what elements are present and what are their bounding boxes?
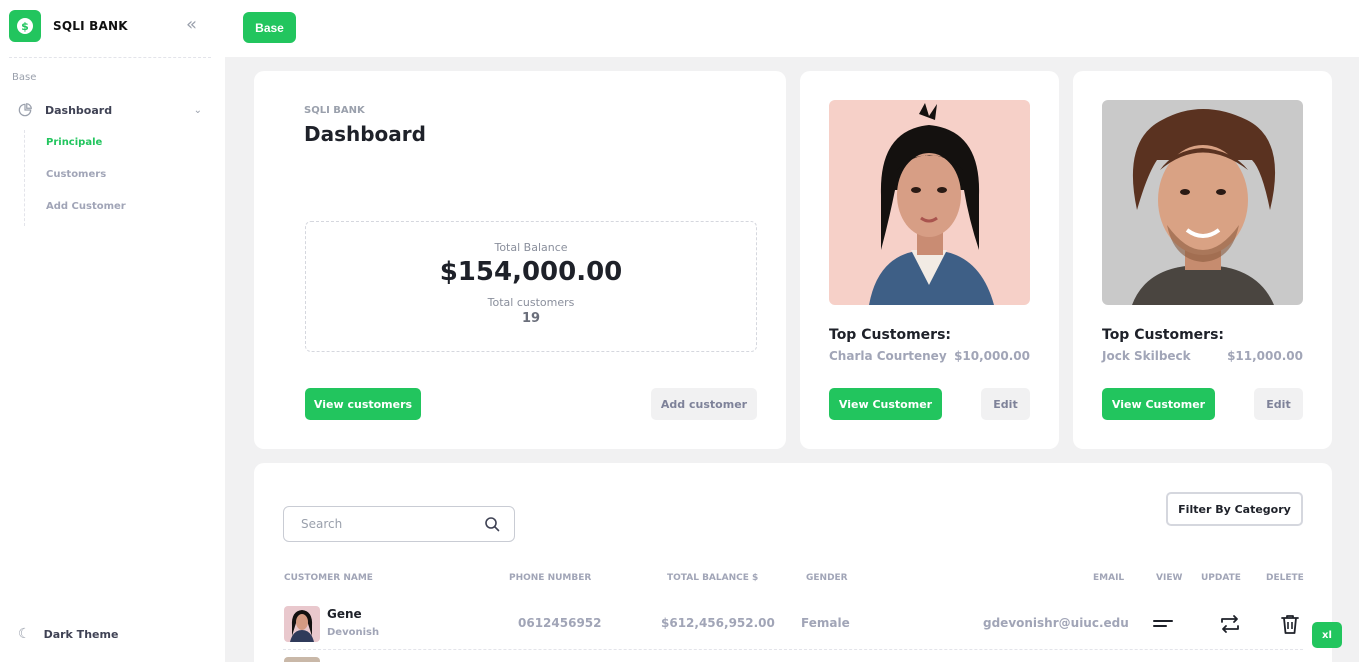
scrollbar-track[interactable] [1354,57,1359,383]
top-customers-title: Top Customers: [829,327,952,343]
customers-table-card: Filter By Category CUSTOMER NAME PHONE N… [254,463,1332,662]
top-customer-name: Jock Skilbeck [1102,349,1191,363]
sidebar-item-dashboard[interactable]: Dashboard ⌄ [18,100,208,120]
view-customer-button[interactable]: View Customer [829,388,942,420]
sidebar-item-customers[interactable]: Customers [46,169,106,180]
top-customer-card: Top Customers: Charla Courteney $10,000.… [800,71,1059,449]
search-input[interactable] [301,517,471,531]
sidebar-divider [9,57,211,58]
search-icon[interactable] [484,516,500,532]
column-header-phone-number[interactable]: PHONE NUMBER [509,573,591,583]
column-header-view: VIEW [1156,573,1183,583]
row-divider [283,649,1303,650]
breakpoint-badge: xl [1312,622,1342,648]
search-box[interactable] [283,506,515,542]
sidebar-item-principale[interactable]: Principale [46,137,102,148]
dark-theme-label: Dark Theme [43,627,119,641]
avatar [284,657,320,662]
filter-by-category-button[interactable]: Filter By Category [1166,492,1303,526]
moon-icon: ☾ [18,626,31,642]
view-customer-button[interactable]: View Customer [1102,388,1215,420]
balance-summary: Total Balance $154,000.00 Total customer… [305,221,757,352]
base-button[interactable]: Base [243,12,296,43]
top-customers-title: Top Customers: [1102,327,1225,343]
brand[interactable]: $ SQLI BANK [9,10,128,42]
column-header-customer-name[interactable]: CUSTOMER NAME [284,573,373,583]
view-customers-button[interactable]: View customers [305,388,421,420]
column-header-total-balance[interactable]: TOTAL BALANCE $ [667,573,758,583]
total-customers-value: 19 [521,311,541,326]
dark-theme-toggle[interactable]: ☾ Dark Theme [18,626,118,642]
submenu-guide [24,130,25,226]
logo-symbol: $ [17,18,33,34]
customer-balance: $612,456,952.00 [661,616,775,630]
brand-name: SQLI BANK [53,19,128,33]
column-header-email[interactable]: EMAIL [1093,573,1124,583]
column-header-delete: DELETE [1266,573,1304,583]
column-header-update: UPDATE [1201,573,1241,583]
chevron-down-icon: ⌄ [193,104,202,116]
menu-lines-icon[interactable] [1152,613,1174,635]
sidebar-item-add-customer[interactable]: Add Customer [46,201,126,212]
column-header-gender[interactable]: GENDER [806,573,848,583]
trash-icon[interactable] [1279,613,1301,635]
repeat-icon[interactable] [1219,613,1241,635]
total-customers-label: Total customers [487,296,575,309]
total-balance-value: $154,000.00 [439,257,623,287]
customer-phone: 0612456952 [518,616,602,630]
customer-last-name: Devonish [327,627,380,638]
avatar [284,606,320,642]
customer-photo [829,100,1030,305]
sidebar-item-label: Dashboard [45,103,113,117]
edit-button[interactable]: Edit [981,388,1030,420]
total-balance-label: Total Balance [494,241,568,254]
top-customer-card: Top Customers: Jock Skilbeck $11,000.00 … [1073,71,1332,449]
sidebar: $ SQLI BANK « Base Dashboard ⌄ Principal… [0,0,225,662]
pie-chart-icon [18,103,32,117]
customer-first-name: Gene [327,607,362,621]
page-title: Dashboard [304,122,426,146]
add-customer-button[interactable]: Add customer [651,388,757,420]
sidebar-section-label: Base [12,72,37,83]
customer-photo [1102,100,1303,305]
dashboard-subtitle: SQLI BANK [304,105,365,116]
top-customer-amount: $10,000.00 [954,349,1030,363]
top-bar: Base [225,0,1359,57]
top-customer-amount: $11,000.00 [1227,349,1303,363]
top-customer-name: Charla Courteney [829,349,947,363]
customer-email: gdevonishr@uiuc.edu [983,616,1129,630]
dashboard-card: SQLI BANK Dashboard Total Balance $154,0… [254,71,786,449]
edit-button[interactable]: Edit [1254,388,1303,420]
customer-gender: Female [801,616,850,630]
dollar-icon: $ [9,10,41,42]
double-chevron-left-icon[interactable]: « [186,15,197,35]
